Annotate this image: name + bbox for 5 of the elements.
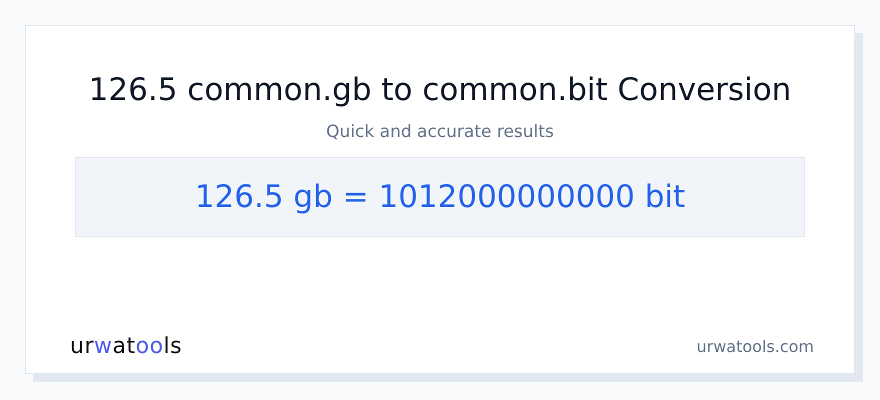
page-title: 126.5 common.gb to common.bit Conversion (88, 71, 792, 110)
logo: urwatools (70, 334, 182, 359)
subtitle: Quick and accurate results (326, 122, 554, 142)
site-url: urwatools.com (696, 337, 814, 356)
conversion-result: 126.5 gb = 1012000000000 bit (194, 179, 686, 215)
